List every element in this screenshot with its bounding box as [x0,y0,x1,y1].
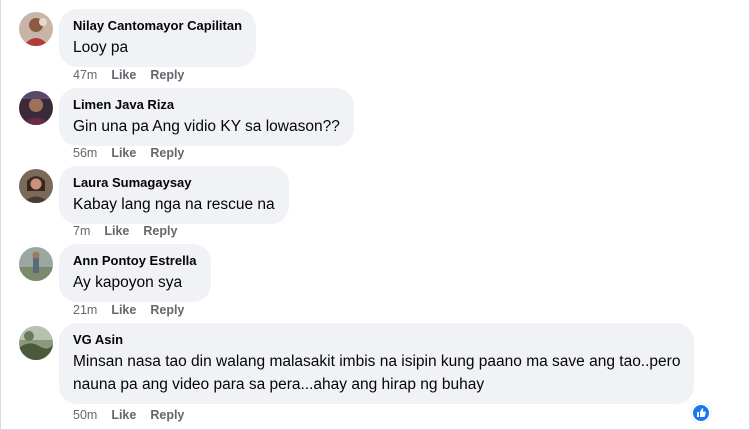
comment-text: Kabay lang nga na rescue na [73,196,275,213]
comment-actions: 50m Like Reply [73,408,198,422]
comment-bubble: Nilay Cantomayor Capilitan Looy pa [59,9,257,67]
comment-actions: 56m Like Reply [73,146,198,160]
comment-text: Looy pa [73,39,129,56]
comment-time[interactable]: 50m [73,408,97,422]
like-reaction-icon[interactable] [691,403,711,423]
like-button[interactable]: Like [111,303,136,317]
comments-panel: Nilay Cantomayor Capilitan Looy pa 47m Li… [0,0,750,430]
comment-author[interactable]: Limen Java Riza [73,96,340,113]
reply-button[interactable]: Reply [150,303,184,317]
reply-button[interactable]: Reply [150,68,184,82]
comment-bubble: VG Asin Minsan nasa tao din walang malas… [59,323,695,404]
avatar[interactable] [19,91,53,125]
like-button[interactable]: Like [104,224,129,238]
avatar[interactable] [19,169,53,203]
avatar[interactable] [19,12,53,46]
comment-bubble: Laura Sumagaysay Kabay lang nga na rescu… [59,166,289,224]
comment-text-line-1: Minsan nasa tao din walang malasakit imb… [73,353,681,370]
avatar[interactable] [19,247,53,281]
comment-text-line-2: nauna pa ang video para sa pera...ahay a… [73,376,485,393]
comment-time[interactable]: 47m [73,68,97,82]
comment-author[interactable]: Ann Pontoy Estrella [73,252,197,269]
comment-text: Ay kapoyon sya [73,274,183,291]
avatar[interactable] [19,326,53,360]
comment-actions: 47m Like Reply [73,68,198,82]
comment-bubble: Ann Pontoy Estrella Ay kapoyon sya [59,244,211,302]
comment-time[interactable]: 56m [73,146,97,160]
comment-bubble: Limen Java Riza Gin una pa Ang vidio KY … [59,88,354,146]
comment-time[interactable]: 21m [73,303,97,317]
comment-author[interactable]: Nilay Cantomayor Capilitan [73,17,242,34]
reply-button[interactable]: Reply [150,146,184,160]
reply-button[interactable]: Reply [150,408,184,422]
comment-author[interactable]: VG Asin [73,331,680,348]
like-button[interactable]: Like [111,408,136,422]
comment-text: Gin una pa Ang vidio KY sa lowason?? [73,118,340,135]
like-button[interactable]: Like [111,146,136,160]
comment-actions: 21m Like Reply [73,303,198,317]
comment-actions: 7m Like Reply [73,224,191,238]
like-button[interactable]: Like [111,68,136,82]
comment-time[interactable]: 7m [73,224,90,238]
reply-button[interactable]: Reply [143,224,177,238]
comment-author[interactable]: Laura Sumagaysay [73,174,275,191]
